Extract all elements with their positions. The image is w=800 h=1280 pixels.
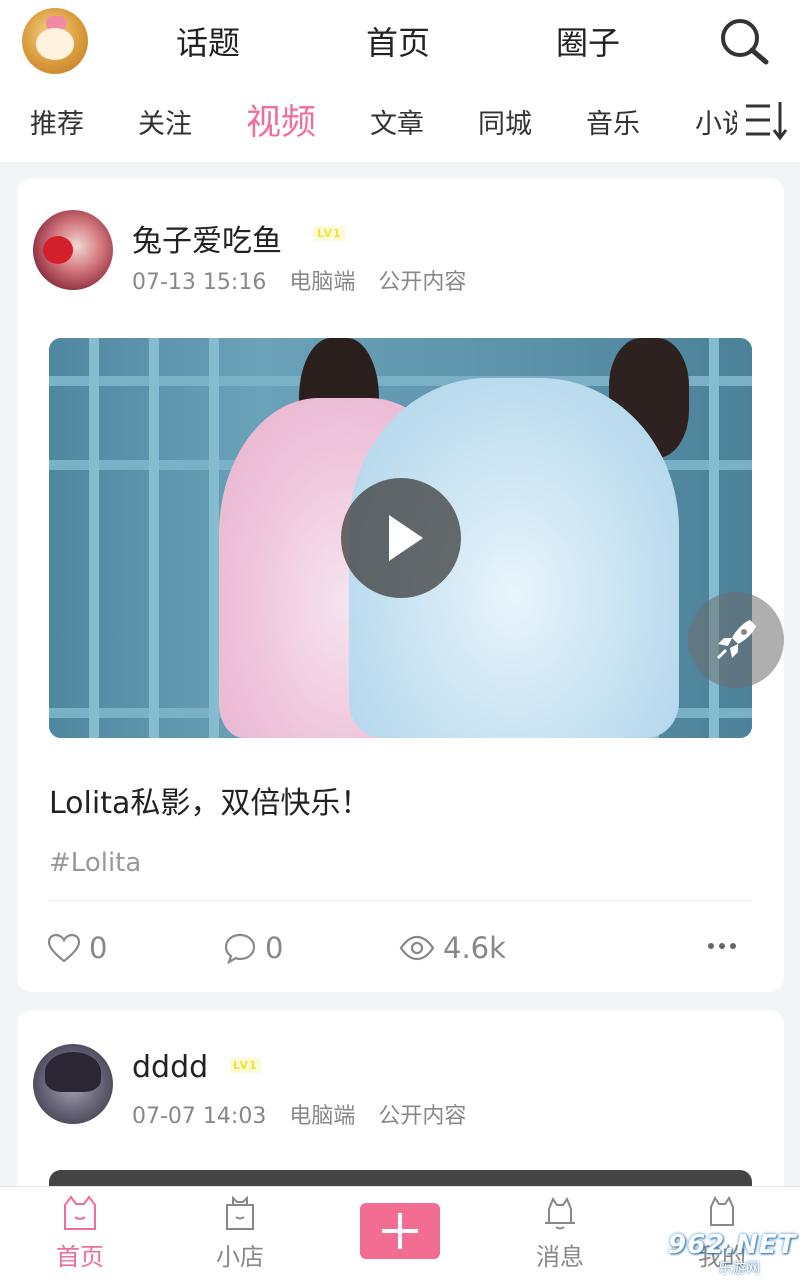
post-visibility: 公开内容 (378, 1104, 467, 1129)
subtab-music[interactable]: 音乐 (586, 102, 640, 141)
comment-icon (224, 933, 256, 964)
comment-count: 0 (265, 931, 284, 965)
avatar-flower-decoration (43, 236, 73, 264)
post-meta: 07-07 14:03 电脑端 公开内容 (132, 1098, 482, 1130)
subtab-local[interactable]: 同城 (478, 102, 532, 141)
back-to-top-button[interactable] (688, 592, 784, 688)
avatar-hair-decoration (45, 1052, 101, 1092)
like-button[interactable]: 0 (47, 928, 107, 968)
video-thumbnail[interactable] (49, 338, 752, 738)
view-count: 4.6k (443, 931, 506, 965)
nav-home[interactable]: 首页 (20, 1195, 140, 1272)
avatar-face-decoration (36, 28, 74, 60)
subtab-video[interactable]: 视频 (246, 94, 316, 145)
post-visibility: 公开内容 (378, 270, 467, 295)
more-options-icon[interactable] (707, 938, 737, 954)
post-device: 电脑端 (289, 1104, 356, 1129)
post-device: 电脑端 (289, 270, 356, 295)
tab-menu-icon[interactable] (740, 98, 790, 144)
tab-home[interactable]: 首页 (338, 18, 458, 64)
subtab-recommend[interactable]: 推荐 (30, 102, 84, 141)
play-button[interactable] (341, 478, 461, 598)
subtab-following[interactable]: 关注 (138, 102, 192, 141)
subtab-articles[interactable]: 文章 (370, 102, 424, 141)
tab-circles[interactable]: 圈子 (528, 18, 648, 64)
like-count: 0 (89, 931, 108, 965)
eye-icon (399, 935, 435, 961)
search-icon[interactable] (718, 16, 770, 66)
post-card[interactable]: 兔子爱吃鱼 LV1 07-13 15:16 电脑端 公开内容 Lolita私影，… (17, 178, 784, 992)
comment-button[interactable]: 0 (223, 928, 283, 968)
divider (49, 900, 752, 901)
level-badge: LV1 (314, 226, 345, 241)
user-avatar[interactable] (22, 8, 88, 74)
views-indicator: 4.6k (399, 928, 506, 968)
messages-bell-icon (545, 1196, 575, 1230)
post-author-name[interactable]: dddd (132, 1050, 208, 1085)
top-bar: 话题 首页 圈子 推荐 关注 视频 文章 同城 音乐 小说 (0, 0, 800, 162)
nav-home-label: 首页 (56, 1243, 104, 1271)
post-author-avatar[interactable] (33, 210, 113, 290)
profile-cat-icon (710, 1195, 734, 1226)
fence-post (209, 338, 219, 738)
tab-topics[interactable]: 话题 (148, 18, 268, 64)
post-tag[interactable]: #Lolita (49, 848, 141, 878)
fence-post (149, 338, 159, 738)
watermark-brand: 962.NET (668, 1230, 797, 1260)
site-watermark: 962.NET 乐游网 (668, 1230, 797, 1277)
post-date: 07-07 14:03 (132, 1104, 267, 1129)
subtab-novel[interactable]: 小说 (695, 102, 737, 141)
nav-shop[interactable]: 小店 (180, 1195, 300, 1272)
rocket-icon (716, 620, 756, 660)
home-cat-icon (64, 1195, 96, 1230)
level-badge: LV1 (230, 1058, 261, 1073)
nav-messages[interactable]: 消息 (500, 1195, 620, 1272)
nav-messages-label: 消息 (536, 1243, 584, 1271)
post-date: 07-13 15:16 (132, 270, 267, 295)
category-tabs: 推荐 关注 视频 文章 同城 音乐 小说 (0, 90, 800, 150)
heart-icon (47, 933, 81, 963)
add-post-button[interactable] (360, 1203, 440, 1259)
post-author-avatar[interactable] (33, 1044, 113, 1124)
shop-bag-icon (226, 1195, 254, 1230)
fence-post (89, 338, 99, 738)
post-author-name[interactable]: 兔子爱吃鱼 (132, 216, 282, 260)
watermark-subtitle: 乐游网 (718, 1261, 760, 1277)
post-title[interactable]: Lolita私影，双倍快乐！ (49, 778, 370, 822)
nav-shop-label: 小店 (216, 1243, 264, 1271)
post-meta: 07-13 15:16 电脑端 公开内容 (132, 264, 482, 296)
